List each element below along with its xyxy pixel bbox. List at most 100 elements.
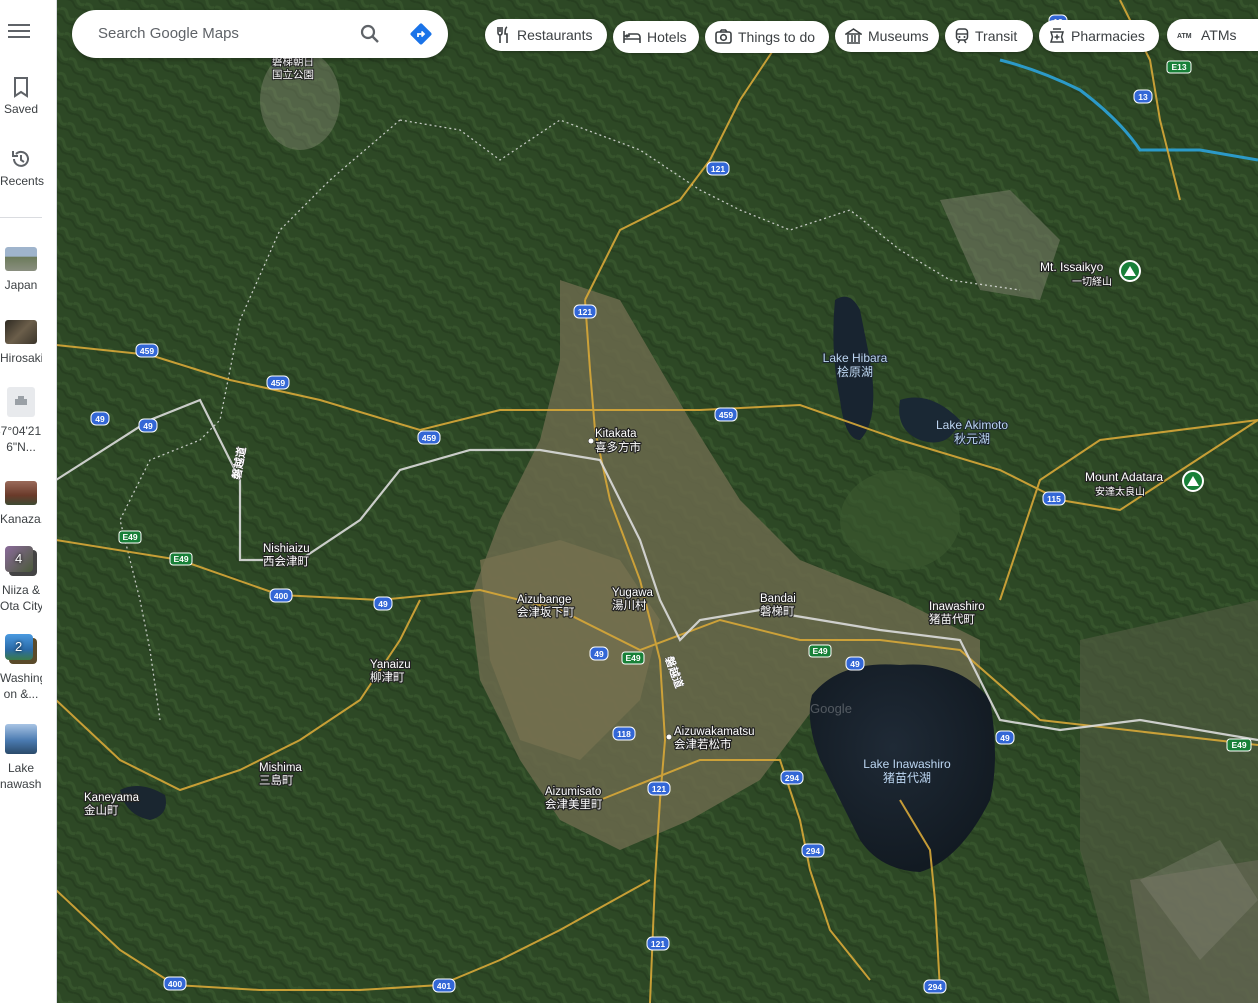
satellite-map[interactable]: 121 121 121 121 459 459 459 459 49 49 49… <box>56 0 1258 1003</box>
svg-text:ATM: ATM <box>1177 33 1192 40</box>
svg-text:E49: E49 <box>625 653 640 663</box>
recents-button[interactable]: Recents <box>0 148 44 188</box>
route-shield: 121 <box>647 781 671 796</box>
list-thumbnail-stack: 4 <box>5 546 37 576</box>
left-rail: Saved Recents Japan Hirosaki 37°04'21. 6… <box>0 0 57 1003</box>
svg-text:三島町: 三島町 <box>259 773 294 787</box>
svg-text:Aizumisato: Aizumisato <box>545 786 601 798</box>
place-label-aizubange: Aizubange会津坂下町 <box>516 593 576 620</box>
museum-icon <box>845 28 862 44</box>
route-shield: 49 <box>373 596 393 611</box>
svg-text:猪苗代湖: 猪苗代湖 <box>883 770 931 785</box>
mountain-marker-icon[interactable] <box>1182 470 1204 492</box>
route-shield: 121 <box>706 161 730 176</box>
history-icon <box>12 150 29 167</box>
recent-item-label-line1: Washingt <box>0 671 42 685</box>
list-count: 2 <box>15 639 23 654</box>
list-count: 4 <box>15 551 23 566</box>
svg-text:118: 118 <box>617 729 631 739</box>
route-shield: E49 <box>1226 738 1252 752</box>
route-shield: 400 <box>269 588 293 603</box>
recent-item-japan[interactable]: Japan <box>0 247 42 293</box>
recent-item-coordinates[interactable]: 37°04'21. 6"N... <box>0 387 42 455</box>
svg-text:13: 13 <box>1138 92 1148 102</box>
search-input[interactable] <box>96 24 340 43</box>
recent-thumbnail <box>5 320 37 344</box>
svg-text:磐梯町: 磐梯町 <box>760 604 795 618</box>
svg-text:一切経山: 一切経山 <box>1072 275 1112 288</box>
svg-text:Lake Hibara: Lake Hibara <box>823 351 888 365</box>
chip-transit[interactable]: Transit <box>945 20 1033 52</box>
route-shield: 459 <box>266 375 290 390</box>
recent-thumbnail <box>5 247 37 271</box>
route-shield: 49 <box>845 656 865 671</box>
route-shield: 118 <box>612 726 636 741</box>
svg-text:金山町: 金山町 <box>84 803 119 817</box>
recent-thumbnail <box>5 481 37 505</box>
route-shield: 13 <box>1133 89 1153 104</box>
route-shield: E49 <box>808 644 832 658</box>
chip-restaurants[interactable]: Restaurants <box>485 19 607 51</box>
recent-item-label: Japan <box>4 278 38 292</box>
svg-text:安達太良山: 安達太良山 <box>1095 485 1145 498</box>
route-shield: E49 <box>621 651 645 665</box>
route-shield: 49 <box>589 646 609 661</box>
svg-text:喜多方市: 喜多方市 <box>595 440 641 454</box>
recent-item-label-line2: on &... <box>3 687 39 701</box>
recent-item-label-line1: 37°04'21. <box>0 424 42 438</box>
atm-icon: ATM <box>1177 33 1192 40</box>
list-thumbnail-stack: 2 <box>5 634 37 664</box>
recent-item-kanazawa[interactable]: Kanaza... <box>0 481 42 527</box>
svg-text:Bandai: Bandai <box>760 593 796 605</box>
recent-item-label-line2: Ota City <box>0 599 42 613</box>
svg-text:Inawashiro: Inawashiro <box>929 601 985 613</box>
svg-text:Lake Akimoto: Lake Akimoto <box>936 418 1008 432</box>
svg-text:Nishiaizu: Nishiaizu <box>263 543 310 555</box>
svg-text:121: 121 <box>652 784 666 794</box>
svg-text:401: 401 <box>437 981 451 991</box>
recent-item-label-line1: Niiza & <box>1 583 40 597</box>
google-watermark: Google <box>810 701 852 716</box>
route-shield: 121 <box>646 936 670 951</box>
chip-atms[interactable]: ATM ATMs <box>1167 19 1258 51</box>
svg-text:49: 49 <box>850 659 860 669</box>
recent-item-lake-inawashiro[interactable]: Lake nawash... <box>0 724 42 792</box>
svg-text:湯川村: 湯川村 <box>612 598 647 612</box>
route-shield: 459 <box>417 430 441 445</box>
svg-text:294: 294 <box>806 846 820 856</box>
route-shield: 49 <box>90 411 110 426</box>
route-shield: E49 <box>169 552 193 566</box>
saved-label: Saved <box>3 102 39 116</box>
chip-hotels[interactable]: Hotels <box>613 21 699 53</box>
chip-pharmacies[interactable]: Pharmacies <box>1039 20 1159 52</box>
svg-text:Mount Adatara: Mount Adatara <box>1085 470 1163 484</box>
svg-text:Kaneyama: Kaneyama <box>84 792 140 804</box>
svg-text:459: 459 <box>422 433 436 443</box>
svg-text:国立公園: 国立公園 <box>272 68 314 81</box>
route-shield: 294 <box>923 979 947 994</box>
mountain-marker-icon[interactable] <box>1119 260 1141 282</box>
directions-icon[interactable] <box>409 22 433 46</box>
svg-text:会津若松市: 会津若松市 <box>674 737 732 751</box>
recent-item-label-line2: 6"N... <box>6 440 36 454</box>
chip-museums[interactable]: Museums <box>835 20 939 52</box>
recent-item-hirosaki[interactable]: Hirosaki <box>0 320 42 366</box>
search-icon[interactable] <box>358 22 382 46</box>
recent-list-niiza[interactable]: 4 Niiza & Ota City <box>0 546 42 614</box>
route-shield: 459 <box>135 343 159 358</box>
svg-text:459: 459 <box>271 378 285 388</box>
chip-things-to-do[interactable]: Things to do <box>705 20 829 53</box>
svg-text:柳津町: 柳津町 <box>370 670 405 684</box>
saved-button[interactable]: Saved <box>0 76 42 116</box>
svg-text:西会津町: 西会津町 <box>263 555 309 568</box>
svg-text:E13: E13 <box>1171 62 1186 72</box>
svg-text:桧原湖: 桧原湖 <box>837 364 873 379</box>
route-shield: 294 <box>780 770 804 785</box>
svg-text:E49: E49 <box>173 554 188 564</box>
svg-text:459: 459 <box>140 346 154 356</box>
menu-icon[interactable] <box>8 20 32 48</box>
chip-label: Restaurants <box>517 27 593 43</box>
svg-text:Lake Inawashiro: Lake Inawashiro <box>863 757 951 771</box>
recent-list-washington[interactable]: 2 Washingt on &... <box>0 634 42 702</box>
svg-text:294: 294 <box>785 773 799 783</box>
